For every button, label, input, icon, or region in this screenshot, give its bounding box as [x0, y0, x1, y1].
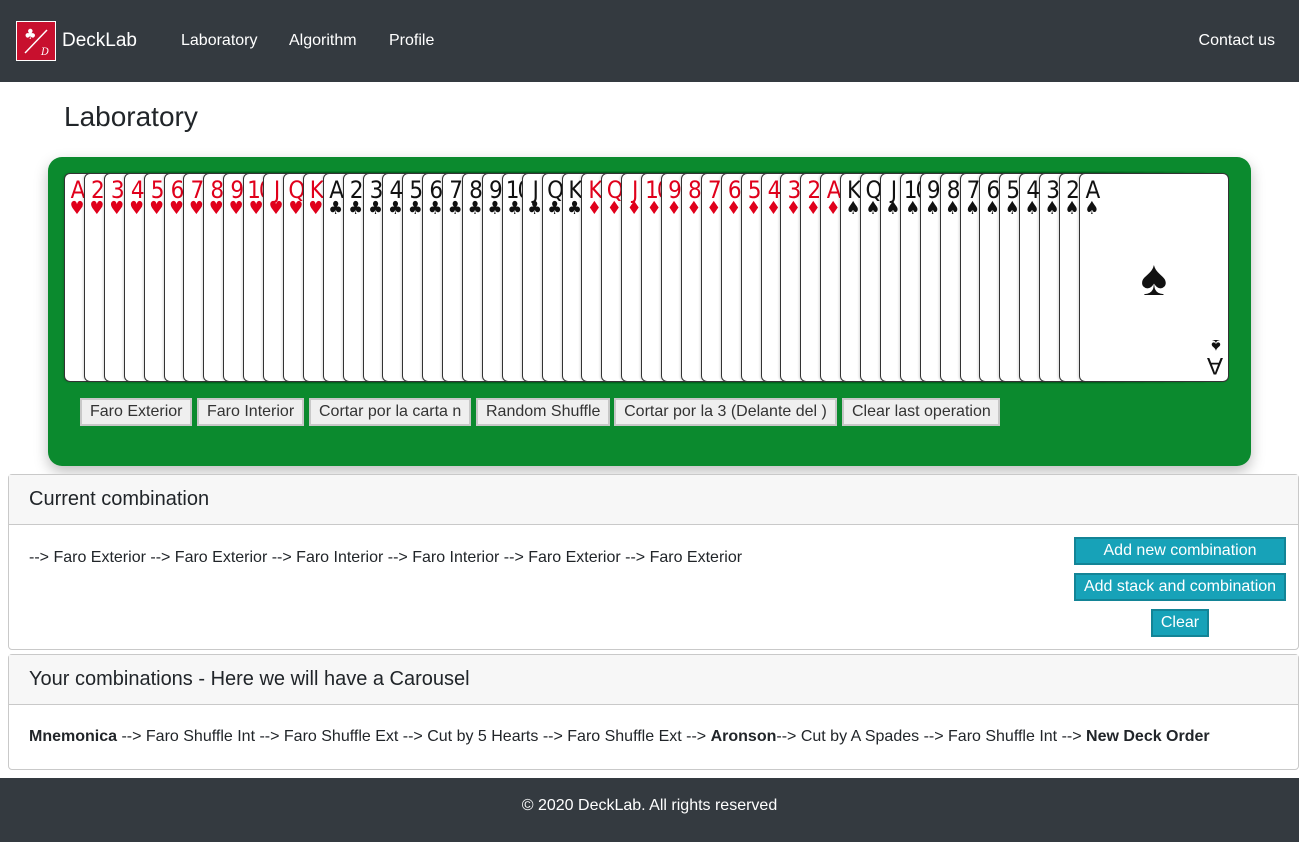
card-center-suit-icon: ♠ — [1140, 249, 1168, 306]
cut-by-three-button[interactable]: Cortar por la 3 (Delante del ) — [614, 398, 837, 426]
add-new-combination-button[interactable]: Add new combination — [1074, 537, 1286, 565]
footer-copyright: © 2020 DeckLab. All rights reserved — [521, 797, 778, 814]
nav-link-profile[interactable]: Profile — [389, 32, 434, 50]
card-suit-icon: ♦ — [726, 198, 741, 219]
stack-end-name: New Deck Order — [1086, 728, 1210, 745]
card-index: Q ♣ — [546, 178, 564, 218]
cut-by-card-n-button[interactable]: Cortar por la carta n — [309, 398, 471, 426]
card-suit-icon: ♥ — [129, 198, 144, 219]
card-suit-icon: ♠ — [925, 198, 940, 219]
current-combination-panel: Current combination --> Faro Exterior --… — [8, 474, 1299, 650]
faro-interior-button[interactable]: Faro Interior — [197, 398, 304, 426]
card-suit-icon: ♥ — [149, 198, 164, 219]
navbar: ♣ D DeckLab Laboratory Algorithm Profile… — [0, 0, 1299, 82]
card-suit-icon: ♣ — [328, 198, 343, 219]
card-index: 8 ♠ — [944, 178, 962, 218]
svg-text:♣: ♣ — [24, 27, 37, 43]
saved-combinations-header: Your combinations - Here we will have a … — [9, 655, 1298, 705]
playing-card[interactable]: A ♠ ♠ A ♠ — [1078, 173, 1229, 382]
card-suit-icon: ♣ — [547, 198, 562, 219]
saved-combination-line: Mnemonica --> Faro Shuffle Int --> Faro … — [29, 728, 1210, 746]
saved-steps-part-1: --> Faro Shuffle Int --> Faro Shuffle Ex… — [117, 728, 711, 745]
card-suit-icon: ♦ — [746, 198, 761, 219]
card-table: A ♥ 2 ♥ 3 ♥ 4 ♥ 5 ♥ 6 ♥ 7 ♥ 8 ♥ 9 ♥ 10 ♥ J ♥ Q ♥ K ♥ A ♣ 2 ♣ 3 ♣ 4 ♣ 5 ♣ 6 ♣ 7… — [48, 157, 1251, 466]
card-index: 2 ♣ — [347, 178, 365, 218]
add-stack-and-combination-button[interactable]: Add stack and combination — [1074, 573, 1286, 601]
card-index: 9 ♠ — [924, 178, 942, 218]
saved-combinations-panel: Your combinations - Here we will have a … — [8, 654, 1299, 770]
clear-last-operation-button[interactable]: Clear last operation — [842, 398, 1000, 426]
nav-link-algorithm[interactable]: Algorithm — [289, 32, 357, 50]
card-index: J ♣ — [526, 178, 544, 218]
card-bottom-rank: A — [1208, 352, 1223, 379]
nav-link-contact[interactable]: Contact us — [1199, 32, 1275, 50]
card-suit-icon: ♠ — [945, 198, 960, 219]
card-suit-icon: ♠ — [1084, 198, 1100, 219]
card-index: 6 ♦ — [725, 178, 743, 218]
card-index: 4 ♥ — [128, 178, 146, 218]
decklab-logo-icon[interactable]: ♣ D — [16, 21, 56, 61]
stack-middle-name: Aronson — [710, 728, 777, 745]
card-index: 5 ♥ — [148, 178, 166, 218]
card-suit-icon: ♣ — [348, 198, 363, 219]
svg-text:D: D — [40, 47, 49, 58]
saved-steps-part-2: --> Cut by A Spades --> Faro Shuffle Int… — [776, 728, 1087, 745]
card-index: 5 ♦ — [745, 178, 763, 218]
page-title: Laboratory — [64, 101, 198, 132]
card-suit-icon: ♣ — [527, 198, 542, 219]
footer: © 2020 DeckLab. All rights reserved — [0, 778, 1299, 842]
random-shuffle-button[interactable]: Random Shuffle — [476, 398, 610, 426]
clear-button[interactable]: Clear — [1151, 609, 1209, 637]
current-combination-header: Current combination — [9, 475, 1298, 525]
stack-start-name: Mnemonica — [29, 728, 118, 745]
card-deck: A ♥ 2 ♥ 3 ♥ 4 ♥ 5 ♥ 6 ♥ 7 ♥ 8 ♥ 9 ♥ 10 ♥ J ♥ Q ♥ K ♥ A ♣ 2 ♣ 3 ♣ 4 ♣ 5 ♣ 6 ♣ 7… — [64, 173, 1229, 382]
card-bottom-index: A ♠ — [1207, 336, 1225, 379]
brand-name[interactable]: DeckLab — [62, 30, 137, 52]
card-index: A ♠ — [1083, 178, 1101, 218]
nav-link-laboratory[interactable]: Laboratory — [181, 32, 258, 50]
current-combination-text: --> Faro Exterior --> Faro Exterior --> … — [29, 549, 743, 566]
faro-exterior-button[interactable]: Faro Exterior — [80, 398, 192, 426]
card-index: A ♣ — [327, 178, 345, 218]
